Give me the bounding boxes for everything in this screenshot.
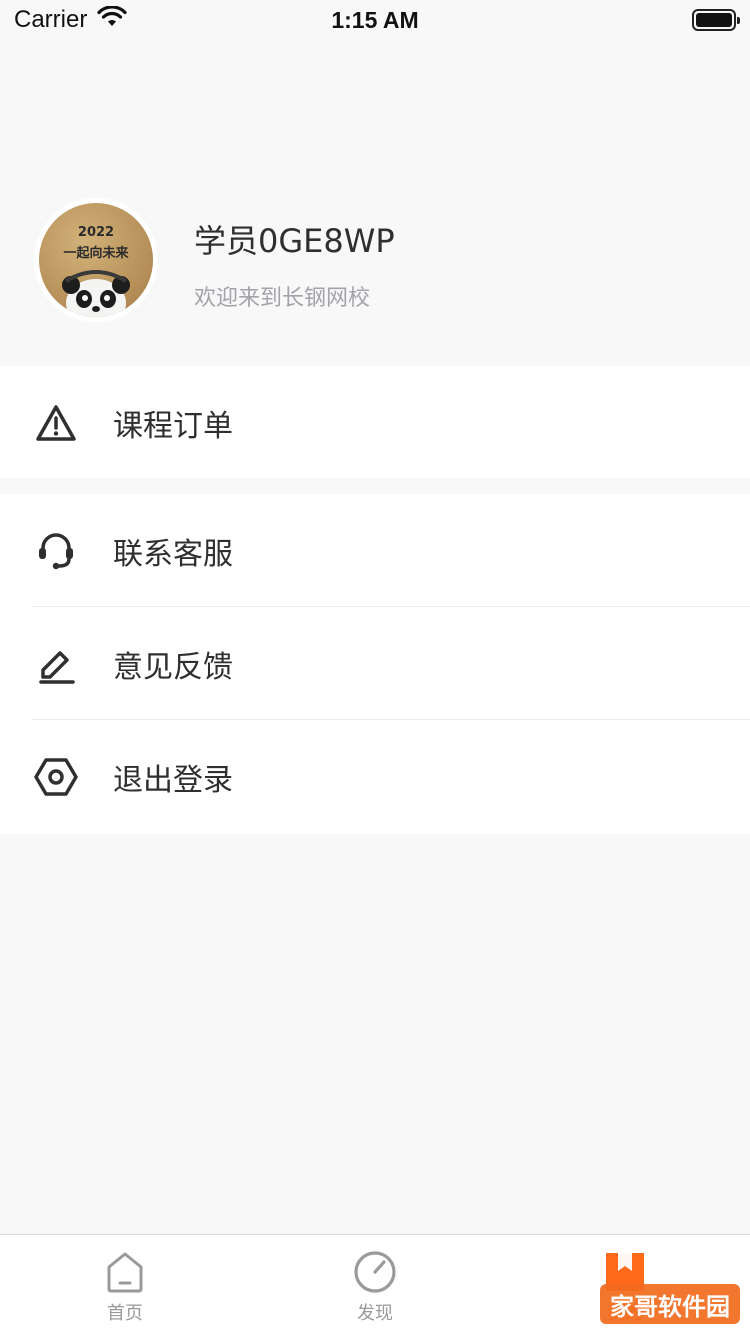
menu-item-course-orders[interactable]: 课程订单 xyxy=(0,366,750,479)
menu-item-feedback[interactable]: 意见反馈 xyxy=(0,607,750,720)
watermark-logo: 家哥软件园 xyxy=(600,1284,740,1324)
battery-icon xyxy=(692,9,740,31)
avatar[interactable]: 2022 一起向未来 xyxy=(34,198,158,322)
menu-item-label: 意见反馈 xyxy=(113,649,233,685)
menu-group-settings: 联系客服 意见反馈 退出登录 xyxy=(0,494,750,834)
compass-icon xyxy=(353,1249,397,1295)
profile-header: 2022 一起向未来 学员0GE8WP 欢迎来到长钢网校 xyxy=(0,40,750,366)
home-icon xyxy=(105,1249,145,1295)
menu-item-label: 联系客服 xyxy=(113,536,233,572)
menu-group-orders: 课程订单 xyxy=(0,366,750,478)
warning-triangle-icon xyxy=(34,401,78,445)
hexagon-settings-icon xyxy=(34,755,78,799)
tab-label: 发现 xyxy=(357,1303,393,1324)
status-bar: Carrier 1:15 AM xyxy=(0,0,750,40)
avatar-year-text: 2022 xyxy=(77,225,115,240)
welcome-text: 欢迎来到长钢网校 xyxy=(194,286,371,311)
tab-home[interactable]: 首页 xyxy=(0,1235,250,1334)
username: 学员0GE8WP xyxy=(194,222,395,260)
panda-mascot-icon xyxy=(62,270,130,317)
tab-label: 首页 xyxy=(107,1303,143,1324)
battery-level xyxy=(696,13,732,27)
wifi-icon xyxy=(97,4,127,35)
avatar-image: 2022 一起向未来 xyxy=(39,203,153,317)
menu-item-logout[interactable]: 退出登录 xyxy=(0,720,750,833)
carrier-label: Carrier xyxy=(14,6,88,33)
status-left: Carrier xyxy=(14,4,127,35)
menu-item-label: 退出登录 xyxy=(113,762,233,798)
menu-item-contact-service[interactable]: 联系客服 xyxy=(0,494,750,607)
avatar-slogan-text: 一起向未来 xyxy=(63,246,129,261)
menu-item-label: 课程订单 xyxy=(113,408,233,444)
edit-feedback-icon xyxy=(34,642,78,686)
headset-icon xyxy=(34,529,78,573)
tab-discover[interactable]: 发现 xyxy=(250,1235,500,1334)
